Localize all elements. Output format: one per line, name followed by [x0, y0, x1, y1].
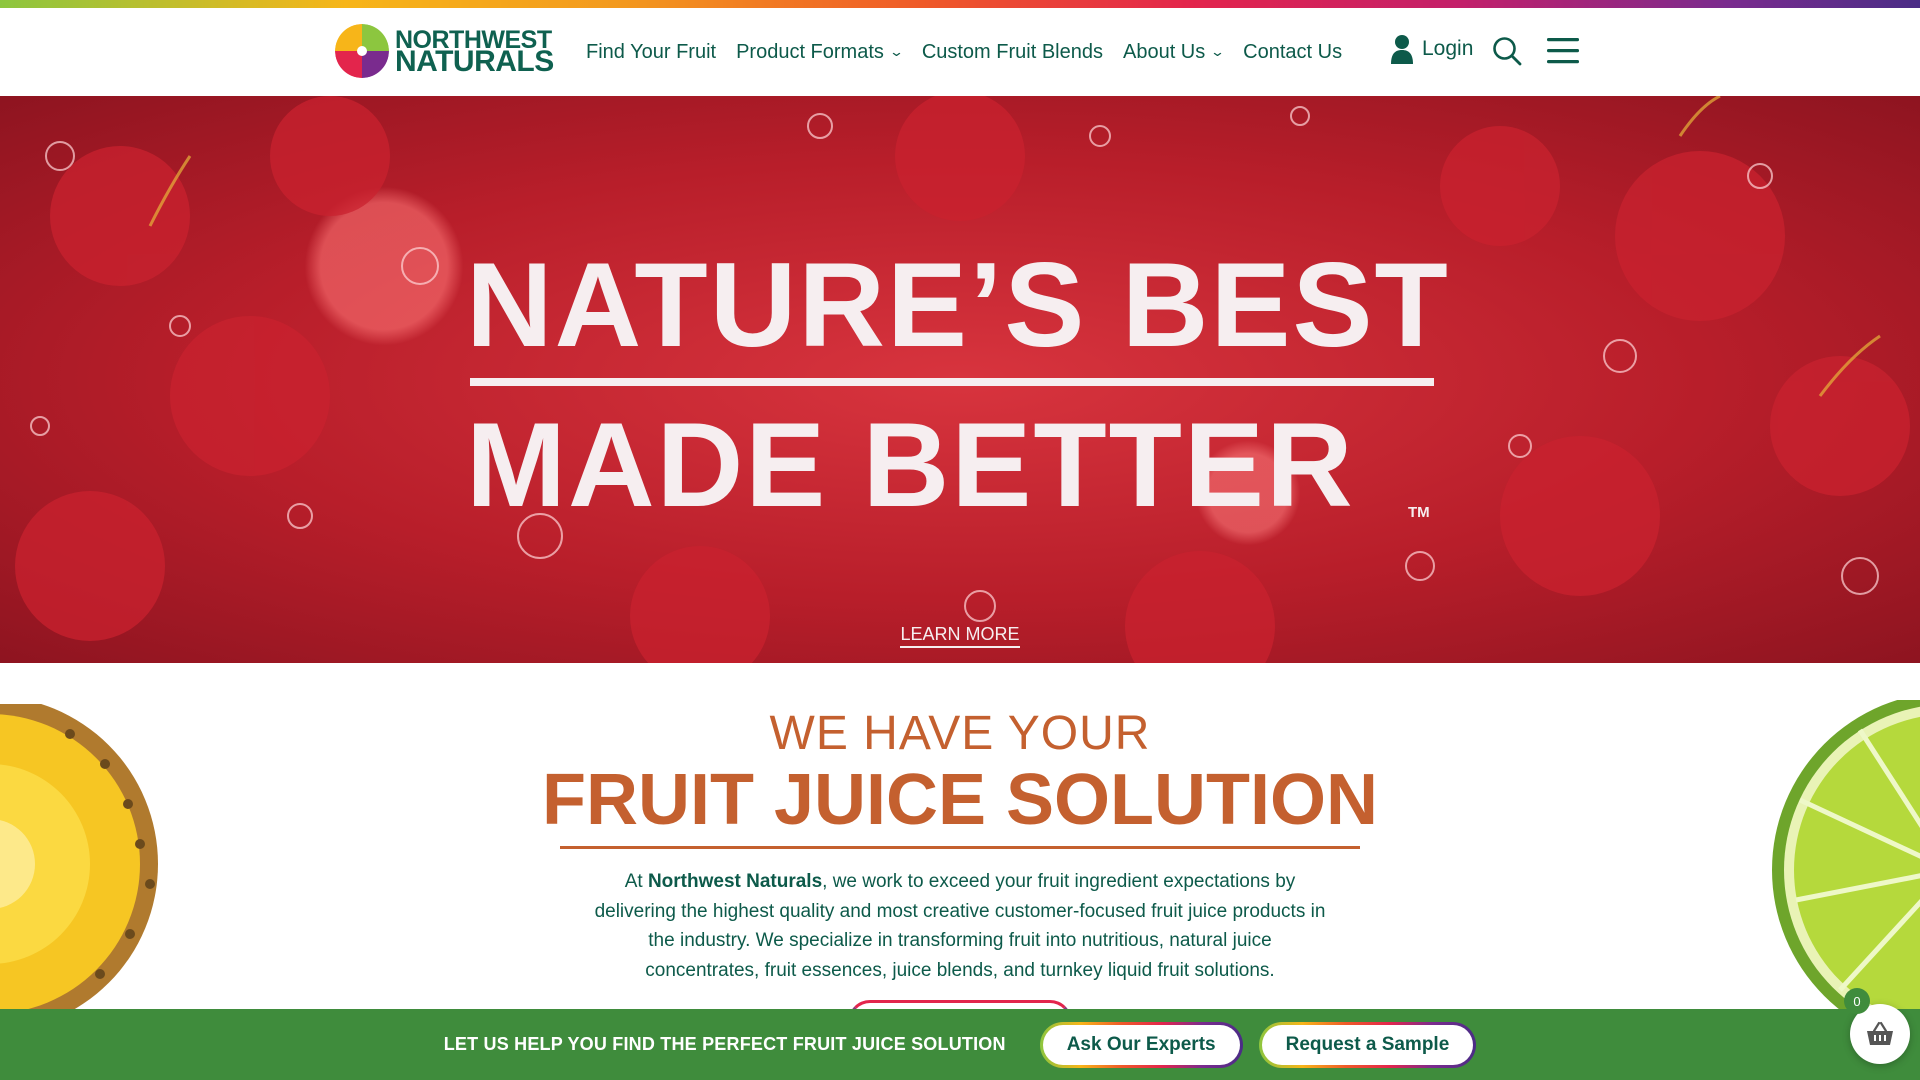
chevron-down-icon: ⌄ — [888, 44, 904, 59]
ask-our-experts-label: Ask Our Experts — [1042, 1024, 1240, 1065]
cta-bar: LET US HELP YOU FIND THE PERFECT FRUIT J… — [0, 1009, 1920, 1080]
learn-more-link[interactable]: LEARN MORE — [900, 624, 1020, 648]
chevron-down-icon: ⌄ — [1210, 44, 1226, 59]
login-label: Login — [1422, 37, 1474, 60]
nav-label: About Us — [1122, 40, 1206, 63]
brand-logo[interactable]: NORTHWEST NATURALS — [335, 24, 554, 78]
login-link[interactable]: Login — [1390, 34, 1473, 64]
nav-label: Product Formats — [736, 40, 884, 63]
solution-body: At Northwest Naturals, we work to exceed… — [590, 867, 1330, 985]
main-nav: Find Your Fruit Product Formats ⌄ Custom… — [586, 8, 1362, 96]
hamburger-menu-button[interactable] — [1547, 37, 1579, 70]
request-a-sample-button[interactable]: Request a Sample — [1258, 1021, 1477, 1068]
hero-divider — [470, 378, 1434, 386]
nav-label: Custom Fruit Blends — [921, 40, 1103, 63]
hero-title-line2: MADE BETTER — [466, 398, 1355, 532]
nav-about-us[interactable]: About Us ⌄ — [1122, 40, 1226, 64]
logo-fruit-icon — [335, 24, 389, 78]
search-button[interactable] — [1492, 36, 1522, 71]
nav-custom-fruit-blends[interactable]: Custom Fruit Blends — [922, 41, 1103, 64]
hero-banner: NATURE’S BEST MADE BETTER TM LEARN MORE — [0, 96, 1920, 663]
body-brand: Northwest Naturals — [647, 871, 823, 892]
solution-subtitle: WE HAVE YOUR — [769, 707, 1151, 760]
cta-text: LET US HELP YOU FIND THE PERFECT FRUIT J… — [443, 1034, 1006, 1054]
logo-line2: NATURALS — [395, 45, 554, 78]
learn-more-link-wrap: LEARN MORE — [0, 624, 1920, 648]
hamburger-menu-icon — [1547, 38, 1579, 64]
ask-our-experts-button[interactable]: Ask Our Experts — [1039, 1021, 1243, 1068]
solution-section: WE HAVE YOUR FRUIT JUICE SOLUTION At Nor… — [0, 704, 1920, 985]
trademark-mark: TM — [1408, 504, 1430, 521]
solution-title: FRUIT JUICE SOLUTION — [541, 760, 1378, 840]
nav-label: Contact Us — [1243, 40, 1343, 63]
user-icon — [1391, 35, 1413, 64]
cart-count-badge: 0 — [1844, 988, 1870, 1014]
hero-title-line1: NATURE’S BEST — [466, 238, 1450, 372]
nav-label: Find Your Fruit — [586, 40, 717, 63]
nav-contact-us[interactable]: Contact Us — [1243, 41, 1342, 64]
rainbow-top-bar — [0, 0, 1920, 8]
nav-product-formats[interactable]: Product Formats ⌄ — [736, 40, 904, 64]
request-a-sample-label: Request a Sample — [1261, 1024, 1474, 1065]
body-prefix: At — [624, 871, 648, 892]
search-icon — [1493, 37, 1522, 66]
nav-find-your-fruit[interactable]: Find Your Fruit — [586, 41, 716, 64]
cart-button[interactable]: 0 — [1844, 988, 1910, 1064]
solution-underline — [560, 846, 1360, 849]
site-header: NORTHWEST NATURALS Find Your Fruit Produ… — [0, 8, 1920, 96]
basket-icon — [1867, 1021, 1893, 1045]
logo-wordmark: NORTHWEST NATURALS — [395, 28, 554, 78]
